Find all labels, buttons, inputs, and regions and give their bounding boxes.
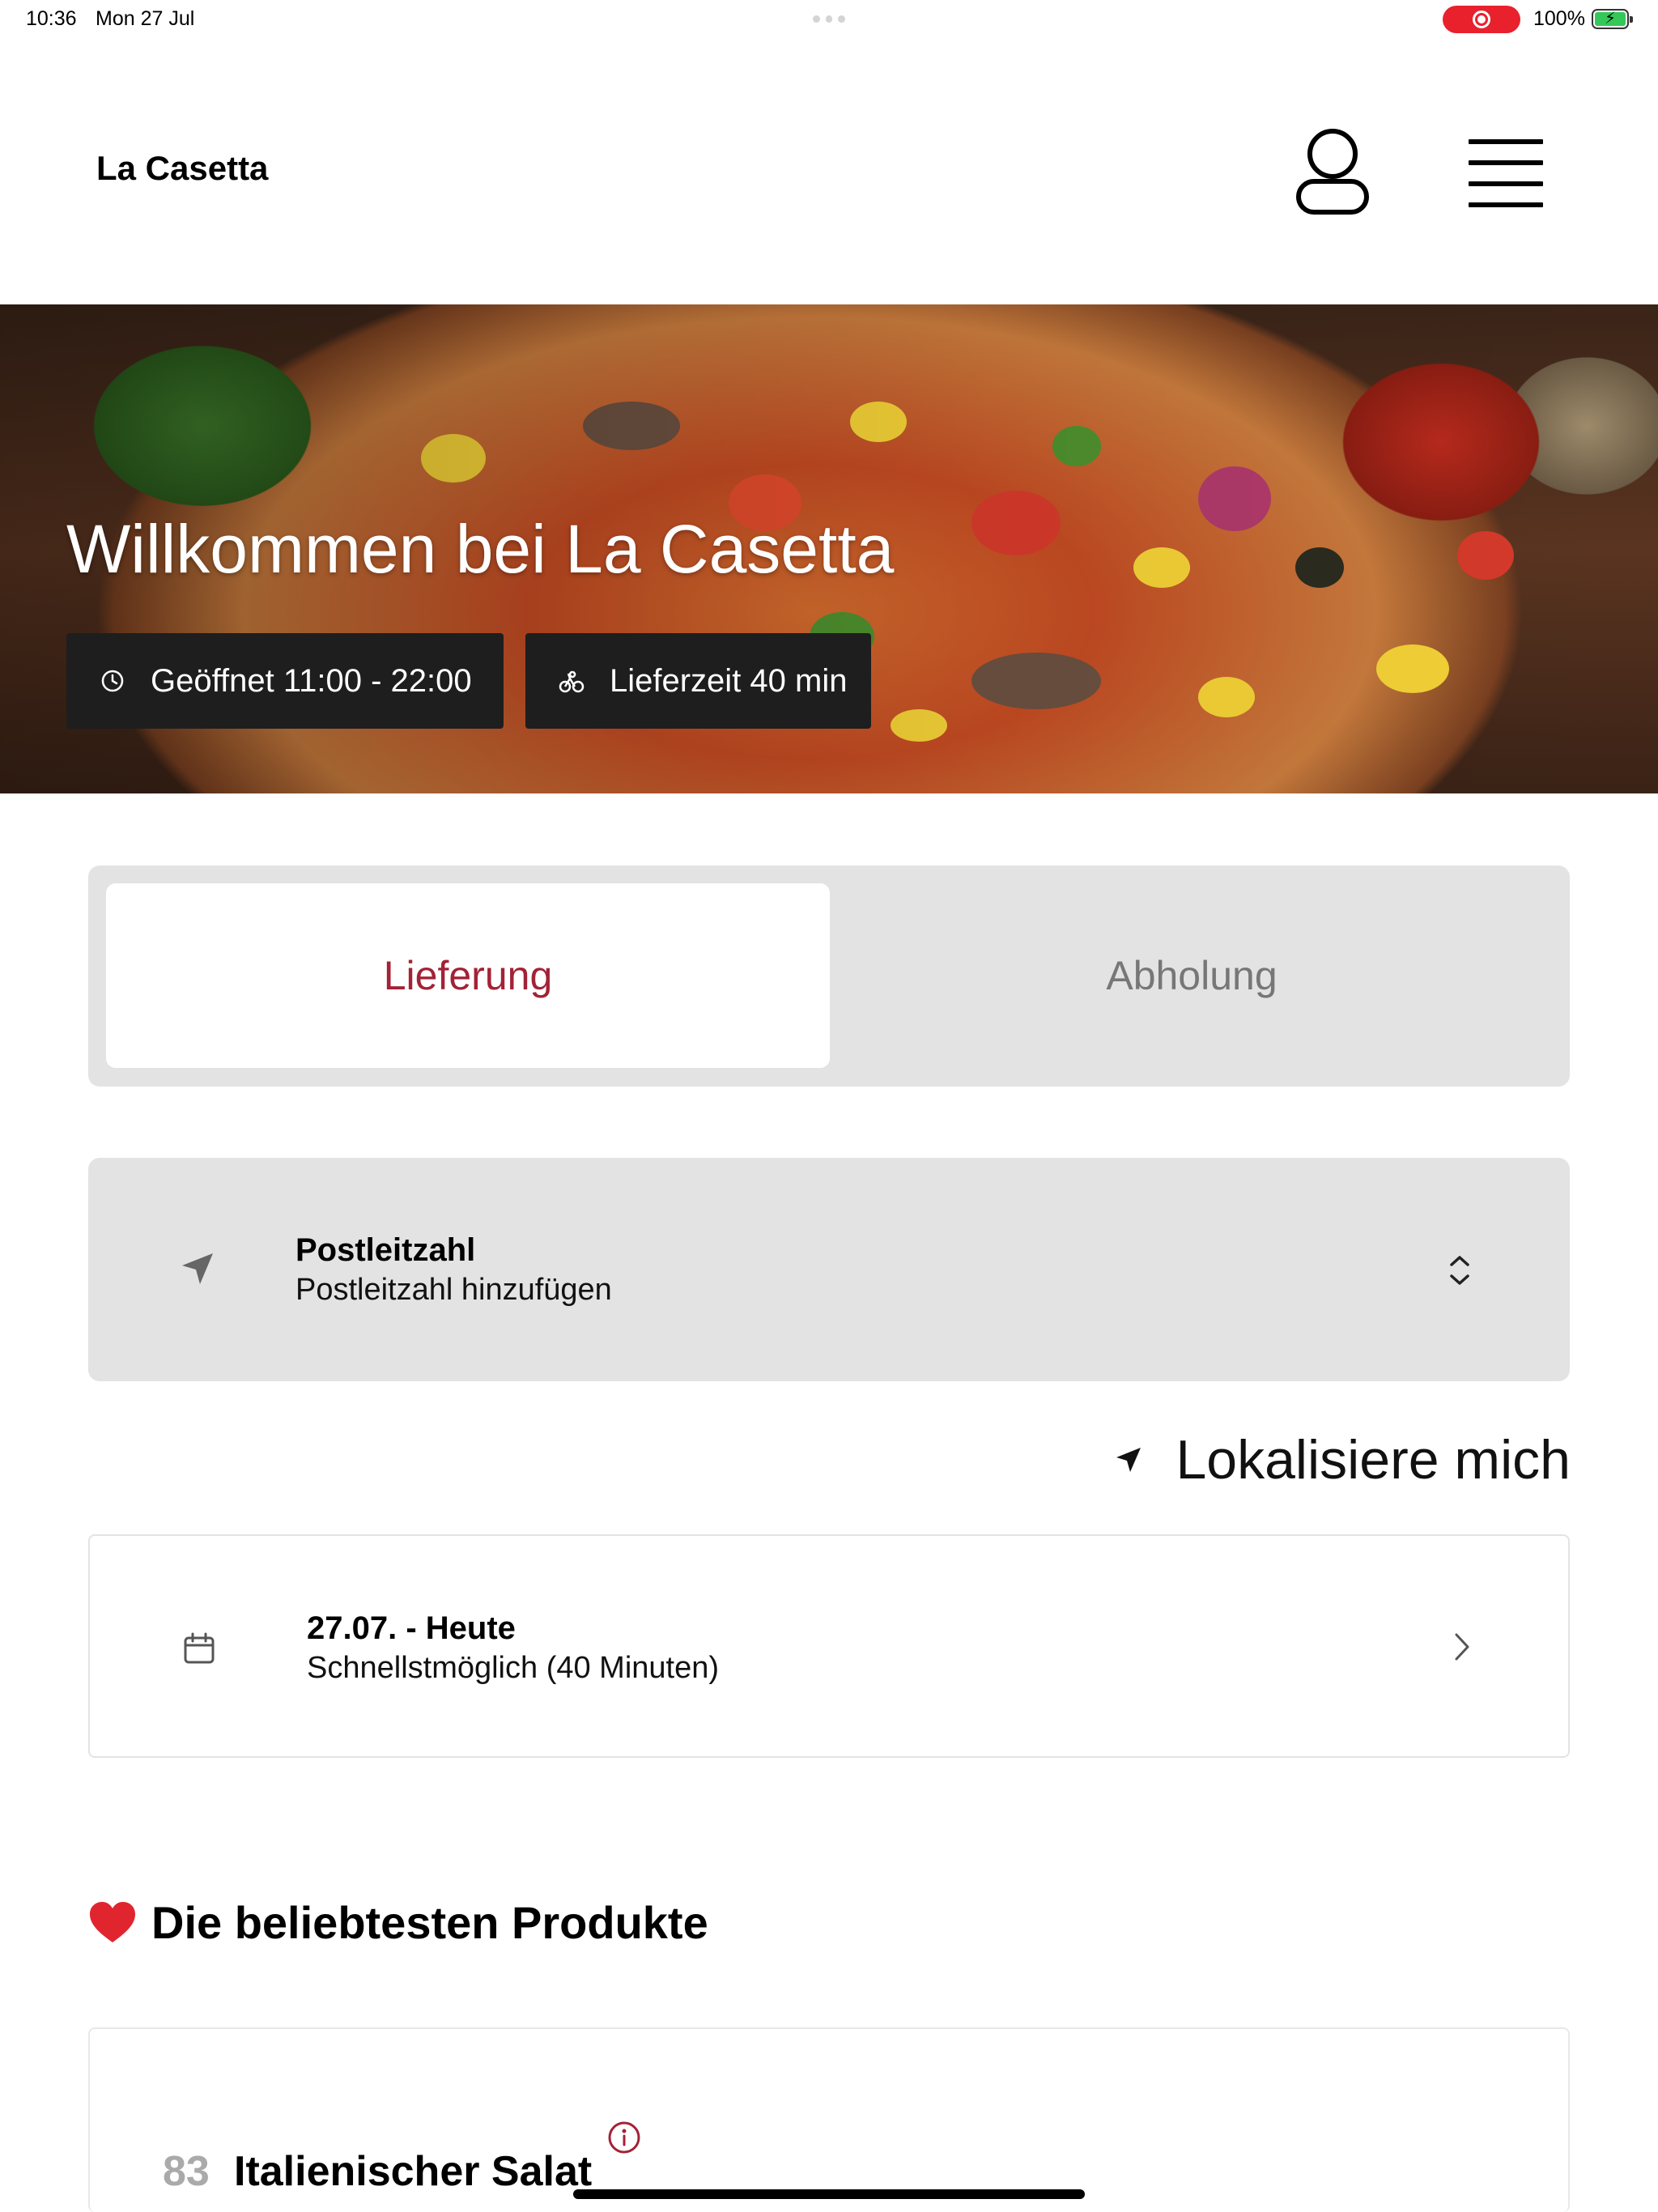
product-name: Italienischer Salat xyxy=(234,2148,593,2195)
hero-title: Willkommen bei La Casetta xyxy=(66,511,895,587)
bicycle-icon xyxy=(556,666,587,696)
calendar-icon xyxy=(184,1632,215,1664)
info-icon[interactable] xyxy=(606,2120,642,2155)
locate-me-label: Lokalisiere mich xyxy=(1175,1429,1571,1491)
menu-button[interactable] xyxy=(1464,136,1548,207)
opening-hours-badge: Geöffnet 11:00 - 22:00 xyxy=(66,633,504,729)
clock-icon xyxy=(97,666,128,696)
battery-percentage: 100% xyxy=(1533,7,1585,30)
locate-me-button[interactable]: Lokalisiere mich xyxy=(1109,1425,1571,1495)
hamburger-menu-icon xyxy=(1469,139,1543,144)
multitasking-dots-icon[interactable] xyxy=(813,15,846,23)
tab-lieferung[interactable]: Lieferung xyxy=(106,883,830,1068)
delivery-date-selector[interactable]: 27.07. - Heute Schnellstmöglich (40 Minu… xyxy=(88,1534,1570,1758)
delivery-date-label: 27.07. - Heute xyxy=(307,1610,516,1646)
chevron-up-down-icon xyxy=(1450,1256,1469,1285)
section-title-popular: Die beliebtesten Produkte xyxy=(88,1896,708,1949)
screen-recording-icon[interactable] xyxy=(1443,6,1520,33)
status-time: 10:36 xyxy=(26,7,77,30)
location-arrow-icon xyxy=(1116,1448,1141,1472)
delivery-time-value: Schnellstmöglich (40 Minuten) xyxy=(307,1651,720,1685)
brand-logo-text[interactable]: La Casetta xyxy=(96,149,268,188)
product-number: 83 xyxy=(163,2148,210,2195)
postcode-placeholder: Postleitzahl hinzufügen xyxy=(295,1273,612,1307)
person-icon xyxy=(1296,129,1369,215)
order-mode-segmented-control: Lieferung Abholung xyxy=(88,866,1570,1087)
status-bar: 10:36 Mon 27 Jul 100% ⚡ xyxy=(0,0,1658,39)
status-date: Mon 27 Jul xyxy=(96,7,195,30)
location-arrow-icon xyxy=(182,1253,213,1284)
tab-abholung[interactable]: Abholung xyxy=(830,883,1554,1068)
postcode-selector[interactable]: Postleitzahl Postleitzahl hinzufügen xyxy=(88,1158,1570,1381)
product-card[interactable]: 83 Italienischer Salat xyxy=(88,2027,1570,2212)
chevron-right-icon xyxy=(1455,1633,1469,1661)
opening-hours-text: Geöffnet 11:00 - 22:00 xyxy=(151,662,472,699)
delivery-time-badge: Lieferzeit 40 min xyxy=(525,633,871,729)
postcode-label: Postleitzahl xyxy=(295,1232,476,1268)
home-indicator[interactable] xyxy=(573,2189,1085,2199)
delivery-time-text: Lieferzeit 40 min xyxy=(610,662,848,699)
profile-button[interactable] xyxy=(1290,126,1375,217)
hero-banner: Willkommen bei La Casetta Geöffnet 11:00… xyxy=(0,304,1658,793)
section-title-text: Die beliebtesten Produkte xyxy=(151,1897,708,1948)
battery-icon: ⚡ xyxy=(1592,9,1633,29)
heart-icon xyxy=(90,1901,135,1942)
